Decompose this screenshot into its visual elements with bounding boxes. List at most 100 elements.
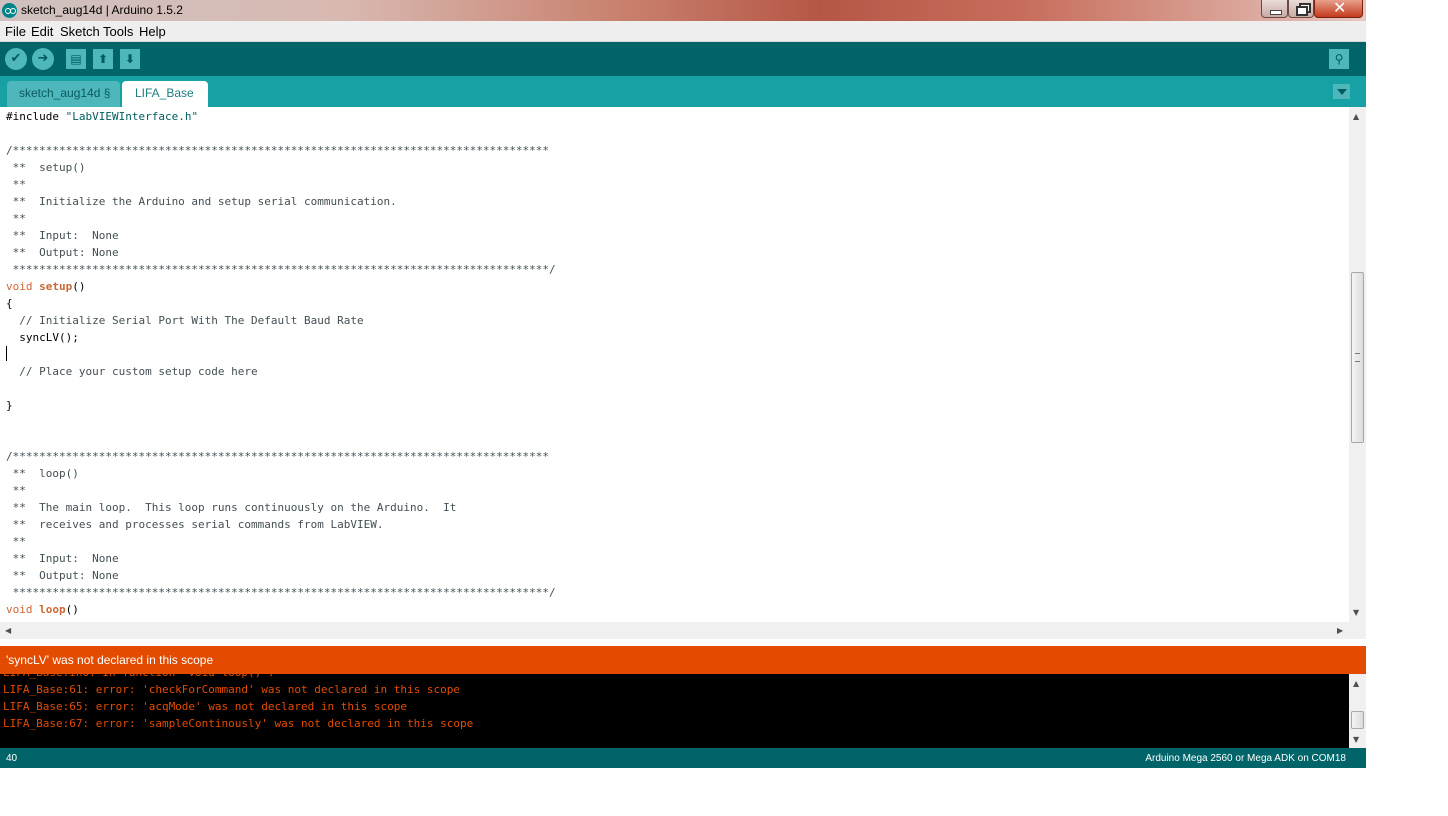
status-message: 'syncLV' was not declared in this scope (6, 653, 214, 667)
checkmark-icon: ✔ (10, 51, 22, 66)
verify-button[interactable]: ✔ (5, 48, 27, 70)
console-scroll-up-arrow-icon[interactable]: ▲ (1353, 679, 1359, 688)
menu-help[interactable]: Help (139, 24, 166, 39)
code-line: ** loop() (6, 465, 556, 482)
code-line: void loop() (6, 601, 556, 618)
scroll-right-arrow-icon[interactable]: ▶ (1337, 626, 1343, 635)
title-bar: sketch_aug14d | Arduino 1.5.2 ✕ (0, 0, 1366, 21)
code-line: ** Input: None (6, 550, 556, 567)
code-line: ** Input: None (6, 227, 556, 244)
editor-console-divider[interactable] (0, 639, 1366, 646)
code-token: ** Initialize the Arduino and setup seri… (6, 195, 397, 208)
serial-monitor-button[interactable]: ⚲ (1329, 49, 1349, 69)
code-token: { (6, 297, 13, 310)
code-token: ** Input: None (6, 552, 119, 565)
toolbar: ✔ ➜ ▤ ⬆ ⬇ ⚲ (0, 42, 1366, 76)
code-token: void (6, 603, 33, 616)
code-token: ** Output: None (6, 246, 119, 259)
line-number: 40 (6, 753, 18, 764)
up-arrow-icon: ⬆ (97, 52, 109, 66)
text-caret (6, 346, 7, 361)
grip-icon (1355, 353, 1360, 362)
tab-menu-dropdown-icon[interactable] (1333, 84, 1350, 99)
code-line: ** (6, 176, 556, 193)
code-token: ** (6, 484, 26, 497)
code-token: ** setup() (6, 161, 86, 174)
open-button[interactable]: ⬆ (93, 49, 113, 69)
code-token: } (6, 399, 13, 412)
code-token: syncLV(); (6, 331, 79, 344)
maximize-button[interactable] (1288, 0, 1314, 18)
code-token: ****************************************… (6, 263, 556, 276)
code-line: ****************************************… (6, 584, 556, 601)
code-line: ** receives and processes serial command… (6, 516, 556, 533)
scroll-left-arrow-icon[interactable]: ◀ (5, 626, 11, 635)
code-token: #include (6, 110, 66, 123)
tab-lifa-base[interactable]: LIFA_Base (122, 81, 208, 107)
status-bar: 'syncLV' was not declared in this scope (0, 646, 1366, 674)
window-title: sketch_aug14d | Arduino 1.5.2 (21, 3, 183, 17)
code-line: ** (6, 482, 556, 499)
console-lines: LIFA_Base.ino: In function 'void loop()'… (3, 674, 473, 732)
down-arrow-icon: ⬇ (124, 52, 136, 66)
menu-file[interactable]: File (5, 24, 26, 39)
code-token: ** (6, 212, 26, 225)
footer-bar: 40 Arduino Mega 2560 or Mega ADK on COM1… (0, 748, 1366, 768)
menu-sketch[interactable]: Sketch (60, 24, 100, 39)
code-token: loop (39, 603, 66, 616)
code-line: ** The main loop. This loop runs continu… (6, 499, 556, 516)
code-line: // Place your custom setup code here (6, 363, 556, 380)
code-token: () (65, 603, 79, 616)
console-output[interactable]: LIFA_Base.ino: In function 'void loop()'… (0, 674, 1349, 748)
code-line: /***************************************… (6, 142, 556, 159)
code-token: void (6, 280, 33, 293)
code-line: // Initialize Serial Port With The Defau… (6, 312, 556, 329)
code-token: ** loop() (6, 467, 79, 480)
code-token: ** Output: None (6, 569, 119, 582)
code-token: /***************************************… (6, 450, 550, 463)
code-token: ** receives and processes serial command… (6, 518, 384, 531)
new-button[interactable]: ▤ (66, 49, 86, 69)
console-scroll-thumb[interactable] (1351, 711, 1364, 729)
code-token: () (72, 280, 86, 293)
code-line: /***************************************… (6, 448, 556, 465)
menu-edit[interactable]: Edit (31, 24, 53, 39)
upload-button[interactable]: ➜ (32, 48, 54, 70)
code-token: ** (6, 178, 26, 191)
save-button[interactable]: ⬇ (120, 49, 140, 69)
board-info: Arduino Mega 2560 or Mega ADK on COM18 (1145, 753, 1346, 764)
tab-bar: sketch_aug14d § LIFA_Base (0, 76, 1366, 107)
code-token: // Initialize Serial Port With The Defau… (6, 314, 364, 327)
code-token: setup (39, 280, 73, 293)
code-token: ** The main loop. This loop runs continu… (6, 501, 457, 514)
code-line: ** Initialize the Arduino and setup seri… (6, 193, 556, 210)
scroll-down-arrow-icon[interactable]: ▼ (1353, 608, 1359, 617)
code-editor[interactable]: #include "LabVIEWInterface.h" /**********… (0, 107, 1349, 622)
magnifier-icon: ⚲ (1334, 52, 1344, 66)
code-token: // Place your custom setup code here (6, 365, 258, 378)
new-file-icon: ▤ (70, 52, 82, 66)
menu-tools[interactable]: Tools (103, 24, 133, 39)
code-line: } (6, 397, 556, 414)
code-line: ** setup() (6, 159, 556, 176)
code-token: ** (6, 535, 26, 548)
code-line: ** Output: None (6, 244, 556, 261)
editor-scroll-thumb[interactable] (1351, 272, 1364, 443)
minimize-button[interactable] (1261, 0, 1288, 18)
scrollbar-corner (1349, 622, 1366, 639)
console-line: LIFA_Base.ino: In function 'void loop()'… (3, 674, 473, 681)
console-scroll-down-arrow-icon[interactable]: ▼ (1353, 735, 1359, 744)
tab-sketch-aug14d[interactable]: sketch_aug14d § (7, 81, 120, 107)
editor-horizontal-scrollbar[interactable]: ◀ ▶ (0, 622, 1349, 639)
code-text: #include "LabVIEWInterface.h" /**********… (6, 108, 556, 618)
scroll-up-arrow-icon[interactable]: ▲ (1353, 112, 1359, 121)
arduino-ide-window: sketch_aug14d | Arduino 1.5.2 ✕ File Edi… (0, 0, 1366, 768)
close-button[interactable]: ✕ (1314, 0, 1363, 18)
code-line: ****************************************… (6, 261, 556, 278)
code-line: ** Output: None (6, 567, 556, 584)
